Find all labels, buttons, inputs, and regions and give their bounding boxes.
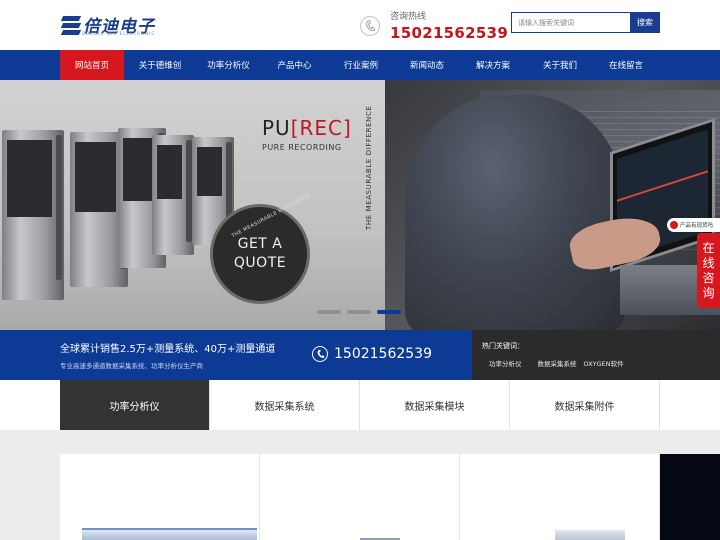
device-illustration bbox=[152, 135, 194, 255]
product-image bbox=[555, 530, 625, 540]
hot-keyword-link[interactable]: 数据采集系统 bbox=[538, 358, 577, 368]
product-grid bbox=[0, 430, 720, 540]
product-card[interactable] bbox=[460, 454, 660, 540]
nav-item-about-dewesoft[interactable]: 关于德维创 bbox=[124, 50, 196, 80]
tab-power-analyzer[interactable]: 功率分析仪 bbox=[60, 380, 210, 436]
nav-item-news[interactable]: 新闻动态 bbox=[394, 50, 460, 80]
hot-keyword-link[interactable]: 功率分析仪 bbox=[489, 358, 522, 368]
get-quote-button[interactable]: GET A QUOTE THE MEASURABLE DIFFERENCE bbox=[210, 193, 311, 304]
tab-daq-system[interactable]: 数据采集系统 bbox=[210, 380, 360, 430]
product-image bbox=[82, 528, 257, 540]
nav-item-products[interactable]: 产品中心 bbox=[261, 50, 328, 80]
consult-char: 线 bbox=[702, 255, 715, 270]
chat-prompt-label: 产品有现货吗 bbox=[680, 223, 714, 229]
quote-line-2: QUOTE bbox=[233, 255, 287, 271]
logo[interactable]: 倍迪电子 DOUBLE-DIG ELECTRONIC bbox=[60, 12, 156, 37]
hot-keyword-link[interactable]: OXYGEN软件 bbox=[584, 358, 624, 368]
hotline-label: 咨询热线 bbox=[390, 12, 427, 22]
search-bar: 搜索 bbox=[511, 12, 660, 33]
brand-prefix: PU bbox=[262, 116, 291, 140]
header: 倍迪电子 DOUBLE-DIG ELECTRONIC 咨询热线 15021562… bbox=[0, 0, 720, 50]
hot-keywords: 热门关键词： 功率分析仪 数据采集系统 OXYGEN软件 bbox=[472, 330, 720, 380]
brand-red: [REC] bbox=[290, 116, 352, 140]
quote-ring-text: THE MEASURABLE DIFFERENCE bbox=[230, 192, 312, 240]
banner-right-panel bbox=[385, 80, 720, 330]
consult-char: 询 bbox=[702, 285, 715, 300]
device-illustration bbox=[2, 130, 64, 300]
nav-item-solutions[interactable]: 解决方案 bbox=[460, 50, 526, 80]
nav-item-cases[interactable]: 行业案例 bbox=[328, 50, 394, 80]
page: 倍迪电子 DOUBLE-DIG ELECTRONIC 咨询热线 15021562… bbox=[0, 0, 720, 540]
phone-icon bbox=[360, 15, 380, 36]
quote-line-1: GET A bbox=[237, 236, 283, 252]
hot-keywords-title: 热门关键词： bbox=[482, 342, 524, 350]
chat-icon bbox=[670, 221, 678, 229]
online-consult-button[interactable]: 在 线 咨 询 bbox=[697, 233, 720, 308]
slider-dot[interactable] bbox=[347, 310, 371, 314]
search-input[interactable] bbox=[511, 12, 630, 33]
info-phone-number: 15021562539 bbox=[334, 346, 432, 362]
info-subtitle: 专业高速多通道数据采集系统、功率分析仪生产商 bbox=[60, 362, 203, 370]
chat-prompt[interactable]: 产品有现货吗 bbox=[667, 218, 720, 232]
nav-item-power-analyzer[interactable]: 功率分析仪 bbox=[196, 50, 261, 80]
hero-banner[interactable]: PU[REC] PURE RECORDING GET A QUOTE THE M… bbox=[0, 80, 720, 330]
consult-char: 在 bbox=[702, 240, 715, 255]
tab-daq-module[interactable]: 数据采集模块 bbox=[360, 380, 510, 430]
person-illustration bbox=[405, 95, 625, 330]
hotline-number[interactable]: 15021562539 bbox=[390, 24, 508, 42]
product-card[interactable] bbox=[60, 454, 260, 540]
product-card[interactable] bbox=[260, 454, 460, 540]
hotline: 咨询热线 15021562539 bbox=[360, 9, 508, 42]
slider-dots bbox=[317, 310, 407, 314]
phone-icon bbox=[312, 346, 328, 362]
slider-dot[interactable] bbox=[317, 310, 341, 314]
slider-dot-active[interactable] bbox=[377, 310, 401, 314]
logo-mark-icon bbox=[60, 14, 82, 36]
info-title: 全球累计销售2.5万+测量系统、40万+测量通道 bbox=[60, 344, 276, 355]
banner-vertical-text: THE MEASURABLE DIFFERENCE bbox=[365, 105, 373, 231]
logo-subtitle: DOUBLE-DIG ELECTRONIC bbox=[82, 31, 156, 36]
info-phone[interactable]: 15021562539 bbox=[312, 346, 432, 362]
brand-mark: PU[REC] PURE RECORDING bbox=[262, 116, 352, 152]
search-button[interactable]: 搜索 bbox=[630, 12, 660, 33]
banner-left-panel: PU[REC] PURE RECORDING GET A QUOTE THE M… bbox=[0, 80, 385, 330]
brand-subtitle: PURE RECORDING bbox=[262, 143, 342, 152]
nav-item-home[interactable]: 网站首页 bbox=[60, 50, 124, 80]
nav-item-message[interactable]: 在线留言 bbox=[594, 50, 658, 80]
nav-item-about-us[interactable]: 关于我们 bbox=[526, 50, 594, 80]
product-tabs: 功率分析仪 数据采集系统 数据采集模块 数据采集附件 bbox=[0, 380, 720, 436]
tab-daq-accessory[interactable]: 数据采集附件 bbox=[510, 380, 660, 430]
consult-char: 咨 bbox=[702, 270, 715, 285]
decorative-matrix-image bbox=[660, 454, 720, 540]
main-nav: 网站首页 关于德维创 功率分析仪 产品中心 行业案例 新闻动态 解决方案 关于我… bbox=[0, 50, 720, 80]
